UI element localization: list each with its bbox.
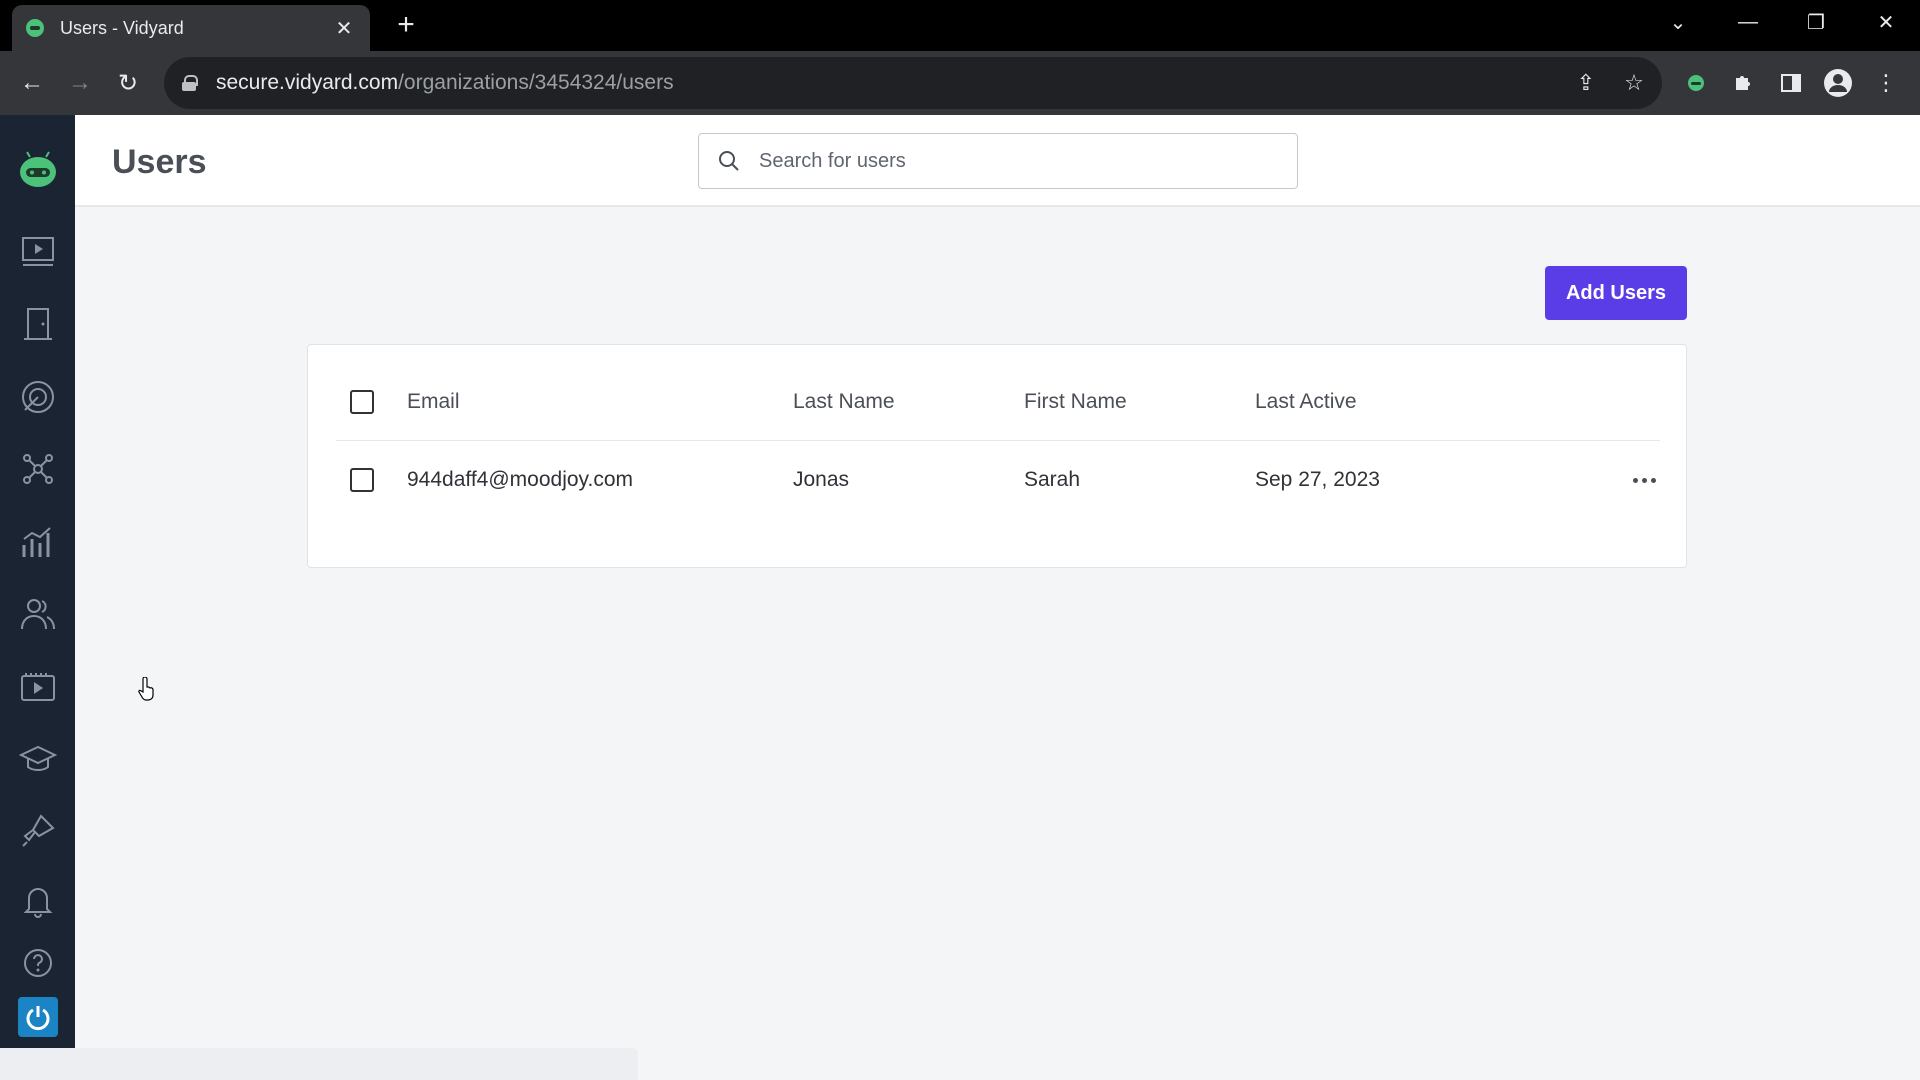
browser-toolbar: ← → ↻ secure.vidyard.com/organizations/3… (0, 51, 1920, 115)
hand-cursor-icon (138, 677, 154, 701)
forward-icon[interactable]: → (62, 65, 98, 101)
browser-menu-icon[interactable]: ⋮ (1870, 67, 1902, 99)
browser-tabbar: Users - Vidyard ✕ + ⌄ — ❐ ✕ (0, 0, 1920, 51)
search-icon (719, 151, 739, 171)
column-header-first-name[interactable]: First Name (1024, 390, 1127, 414)
url-host: secure.vidyard.com (216, 71, 399, 94)
app-sidebar (0, 115, 75, 1080)
add-users-button[interactable]: Add Users (1545, 266, 1687, 320)
tab-close-icon[interactable]: ✕ (332, 16, 356, 41)
table-header-row: Email Last Name First Name Last Active (336, 363, 1660, 441)
share-icon[interactable]: ⇪ (1572, 69, 1600, 97)
target-icon (22, 381, 54, 413)
page-title: Users (112, 143, 207, 181)
column-header-email[interactable]: Email (407, 390, 460, 414)
sidebar-item-users[interactable] (17, 593, 59, 635)
main-content: Add Users Email Last Name First Name Las… (75, 207, 1920, 1080)
user-first-name: Sarah (1024, 468, 1081, 491)
minimize-icon[interactable]: — (1718, 0, 1778, 44)
sidebar-item-learning[interactable] (17, 738, 59, 780)
integrations-icon (23, 454, 53, 484)
analytics-icon (22, 527, 51, 557)
browser-tab[interactable]: Users - Vidyard ✕ (12, 5, 370, 51)
sidebar-item-rooms[interactable] (17, 303, 59, 345)
launch-icon (22, 814, 55, 847)
column-header-last-name[interactable]: Last Name (793, 390, 895, 414)
more-options-icon[interactable] (1626, 465, 1662, 495)
user-last-active: Sep 27, 2023 (1255, 468, 1380, 491)
door-icon (24, 308, 52, 340)
column-header-last-active[interactable]: Last Active (1255, 390, 1357, 414)
back-icon[interactable]: ← (14, 65, 50, 101)
new-tab-icon[interactable]: + (390, 10, 422, 42)
search-box[interactable] (698, 133, 1298, 189)
library-icon (21, 673, 55, 701)
sidebar-item-videos[interactable] (17, 230, 59, 272)
sidebar-item-launch[interactable] (17, 810, 59, 852)
restore-icon[interactable]: ❐ (1786, 0, 1846, 44)
search-input[interactable] (759, 149, 1279, 173)
address-bar[interactable]: secure.vidyard.com/organizations/3454324… (164, 57, 1662, 109)
sidebar-item-notifications[interactable] (17, 879, 59, 921)
help-icon (24, 949, 52, 977)
sidebar-item-campaigns[interactable] (17, 376, 59, 418)
vidyard-favicon-icon (26, 19, 44, 37)
extensions-puzzle-icon[interactable] (1727, 67, 1759, 99)
power-icon[interactable] (18, 997, 58, 1037)
tab-title: Users - Vidyard (60, 17, 184, 38)
users-icon (21, 599, 55, 630)
table-row: 944daff4@moodjoy.com Jonas Sarah Sep 27,… (336, 441, 1660, 519)
sidebar-item-help[interactable] (17, 942, 59, 984)
url-path: /organizations/3454324/users (398, 71, 674, 94)
videos-icon (22, 237, 54, 266)
profile-avatar-icon[interactable] (1822, 67, 1854, 99)
sidebar-item-library[interactable] (17, 666, 59, 708)
close-window-icon[interactable]: ✕ (1856, 0, 1916, 44)
sidebar-item-analytics[interactable] (17, 521, 59, 563)
reload-icon[interactable]: ↻ (110, 65, 146, 101)
row-checkbox[interactable] (350, 468, 374, 492)
page-header: Users (75, 115, 1920, 207)
vidyard-logo-icon[interactable] (18, 151, 58, 187)
bell-icon (23, 888, 53, 918)
lock-icon[interactable] (182, 75, 198, 91)
select-all-checkbox[interactable] (350, 389, 374, 414)
user-last-name: Jonas (793, 468, 850, 491)
learning-icon (19, 745, 57, 771)
user-email: 944daff4@moodjoy.com (407, 468, 634, 491)
tab-search-icon[interactable]: ⌄ (1648, 0, 1708, 44)
bookmark-star-icon[interactable]: ☆ (1620, 69, 1648, 97)
browser-status-bar (0, 1048, 638, 1080)
side-panel-icon[interactable] (1775, 67, 1807, 99)
users-table: Email Last Name First Name Last Active 9… (307, 344, 1687, 568)
vidyard-extension-icon[interactable] (1680, 67, 1712, 99)
sidebar-item-integrations[interactable] (17, 448, 59, 490)
